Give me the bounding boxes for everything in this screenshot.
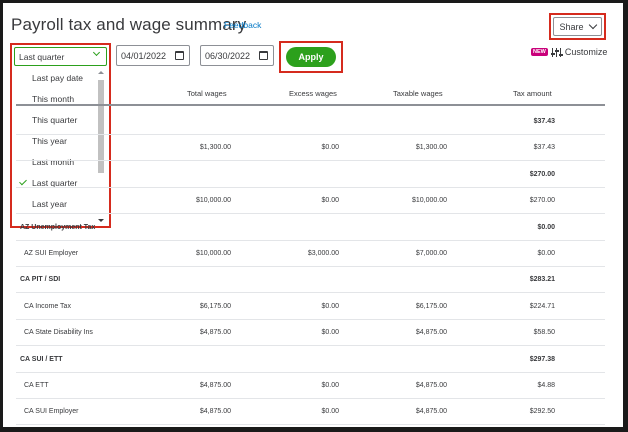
row-label: CA Income Tax (24, 302, 71, 310)
table-group-row: $270.00 (16, 161, 605, 188)
row-label: AZ Unemployment Tax (20, 223, 96, 231)
tax-amount-cell: $0.00 (537, 223, 555, 231)
excess-wages-cell: $0.00 (321, 408, 339, 416)
total-wages-cell: $1,300.00 (199, 144, 231, 152)
total-wages-cell: $6,175.00 (199, 302, 231, 310)
chevron-down-icon (92, 48, 101, 57)
tax-amount-cell: $37.43 (533, 118, 555, 125)
taxable-wages-cell: $4,875.00 (415, 382, 447, 389)
period-select[interactable]: Last quarter (14, 47, 107, 66)
tax-amount-cell: $270.00 (529, 170, 555, 178)
tax-amount-cell: $270.00 (529, 197, 555, 205)
tax-amount-cell: $4.88 (537, 382, 555, 389)
share-label: Share (559, 21, 584, 32)
tax-amount-cell: $283.21 (529, 276, 555, 284)
taxable-wages-cell: $4,875.00 (415, 329, 447, 337)
row-label: CA State Disability Ins (24, 329, 93, 337)
start-date-input[interactable]: 04/01/2022 (116, 45, 190, 66)
period-option[interactable]: Last pay date (14, 68, 107, 89)
table-group-row: CA SUI / ETT $297.38 (16, 346, 605, 373)
row-label: AZ SUI Employer (24, 250, 79, 257)
table-group-row: CA PIT / SDI $283.21 (16, 266, 605, 294)
period-option-label: Last pay date (32, 73, 84, 83)
start-date-value: 04/01/2022 (121, 51, 167, 61)
period-option-label: This month (32, 94, 75, 104)
taxable-wages-cell: $10,000.00 (411, 197, 447, 205)
excess-wages-cell: $0.00 (321, 382, 339, 389)
row-label: CA PIT / SDI (20, 276, 61, 284)
share-highlight: Share (549, 13, 606, 40)
page-title: Payroll tax and wage summary (11, 15, 247, 34)
total-wages-cell: $10,000.00 (195, 197, 231, 205)
total-wages-cell: $10,000.00 (195, 250, 231, 257)
table-group-row: $37.43 (16, 108, 605, 135)
row-label: CA SUI / ETT (20, 355, 63, 363)
excess-wages-cell: $0.00 (321, 144, 339, 152)
period-select-value: Last quarter (19, 52, 65, 62)
total-wages-cell: $4,875.00 (199, 408, 231, 416)
tax-amount-cell: $297.38 (529, 355, 555, 363)
sliders-icon (550, 47, 563, 57)
total-wages-cell: $4,875.00 (199, 329, 231, 337)
tax-amount-cell: $0.00 (537, 250, 555, 257)
table-group-row: AZ Unemployment Tax $0.00 (16, 214, 605, 241)
table-row: $10,000.00 $0.00 $10,000.00 $270.00 (16, 187, 605, 215)
total-wages-cell: $4,875.00 (199, 382, 231, 389)
table-row: $1,300.00 $0.00 $1,300.00 $37.43 (16, 134, 605, 162)
column-header-excess-wages: Excess wages (289, 89, 337, 98)
table-row: AZ SUI Employer $10,000.00 $3,000.00 $7,000… (16, 240, 605, 267)
header-divider (16, 104, 605, 106)
share-button[interactable]: Share (553, 17, 602, 36)
tax-amount-cell: $58.50 (533, 329, 555, 337)
apply-highlight: Apply (279, 41, 343, 73)
column-header-taxable-wages: Taxable wages (393, 89, 443, 98)
column-header-total-wages: Total wages (187, 89, 227, 98)
tax-amount-cell: $292.50 (529, 408, 555, 416)
period-option[interactable]: This month (14, 89, 107, 110)
scroll-up-arrow-icon[interactable] (98, 71, 104, 74)
excess-wages-cell: $0.00 (321, 197, 339, 205)
taxable-wages-cell: $7,000.00 (415, 250, 447, 257)
table-row: CA ETT $4,875.00 $0.00 $4,875.00 $4.88 (16, 372, 605, 399)
end-date-input[interactable]: 06/30/2022 (200, 45, 274, 66)
end-date-value: 06/30/2022 (205, 51, 251, 61)
table-row: CA Income Tax $6,175.00 $0.00 $6,175.00 $224… (16, 293, 605, 320)
taxable-wages-cell: $4,875.00 (415, 408, 447, 416)
column-header-tax-amount: Tax amount (513, 89, 552, 98)
taxable-wages-cell: $6,175.00 (415, 302, 447, 310)
apply-button[interactable]: Apply (286, 47, 336, 67)
excess-wages-cell: $0.00 (321, 302, 339, 310)
excess-wages-cell: $0.00 (321, 329, 339, 337)
table-row: CA SUI Employer $4,875.00 $0.00 $4,875.00 $2… (16, 398, 605, 426)
tax-amount-cell: $37.43 (533, 144, 555, 152)
report-window: Payroll tax and wage summary Feedback Sh… (3, 3, 623, 427)
customize-button[interactable]: NEW Customize (531, 47, 607, 57)
chevron-down-icon (588, 20, 597, 29)
taxable-wages-cell: $1,300.00 (415, 144, 447, 152)
feedback-link[interactable]: Feedback (224, 20, 261, 30)
row-label: CA ETT (24, 382, 49, 389)
calendar-icon[interactable] (259, 51, 268, 60)
table-row: CA State Disability Ins $4,875.00 $0.00 $4,… (16, 319, 605, 347)
calendar-icon[interactable] (175, 51, 184, 60)
tax-amount-cell: $224.71 (529, 302, 555, 310)
excess-wages-cell: $3,000.00 (307, 250, 339, 257)
row-label: CA SUI Employer (24, 408, 79, 416)
customize-label: Customize (564, 47, 608, 57)
new-badge: NEW (531, 48, 548, 56)
